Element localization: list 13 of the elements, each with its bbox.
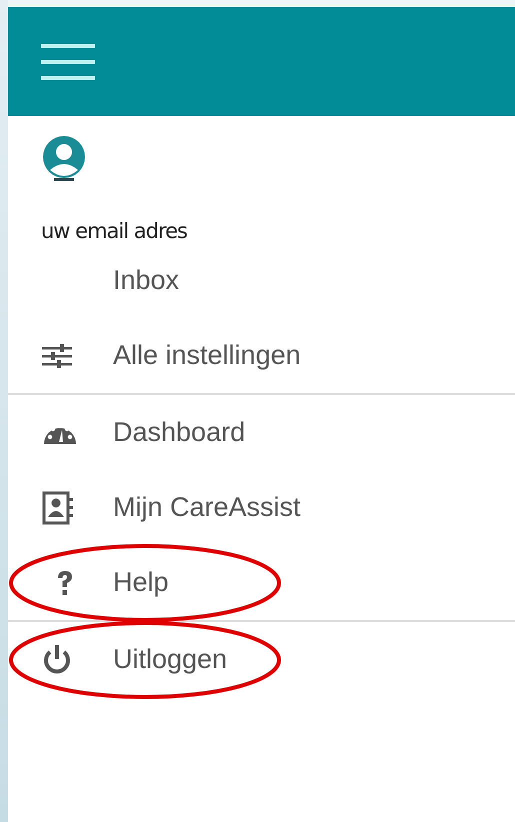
help-icon <box>56 570 74 596</box>
menu-item[interactable]: Help <box>113 567 169 598</box>
menu-item[interactable]: Alle instellingen <box>113 340 301 371</box>
email-address: uw email adres <box>41 219 188 243</box>
menu-icon[interactable] <box>41 42 95 82</box>
menu-item[interactable]: Dashboard <box>113 417 246 448</box>
menu-item[interactable]: Uitloggen <box>113 644 228 675</box>
menu-item[interactable]: Inbox <box>113 265 180 296</box>
sliders-icon <box>42 344 72 368</box>
power-icon <box>42 644 72 676</box>
menu-item[interactable]: Mijn CareAssist <box>113 492 301 523</box>
avatar-icon[interactable] <box>41 136 87 182</box>
contact-book-icon <box>42 490 74 524</box>
